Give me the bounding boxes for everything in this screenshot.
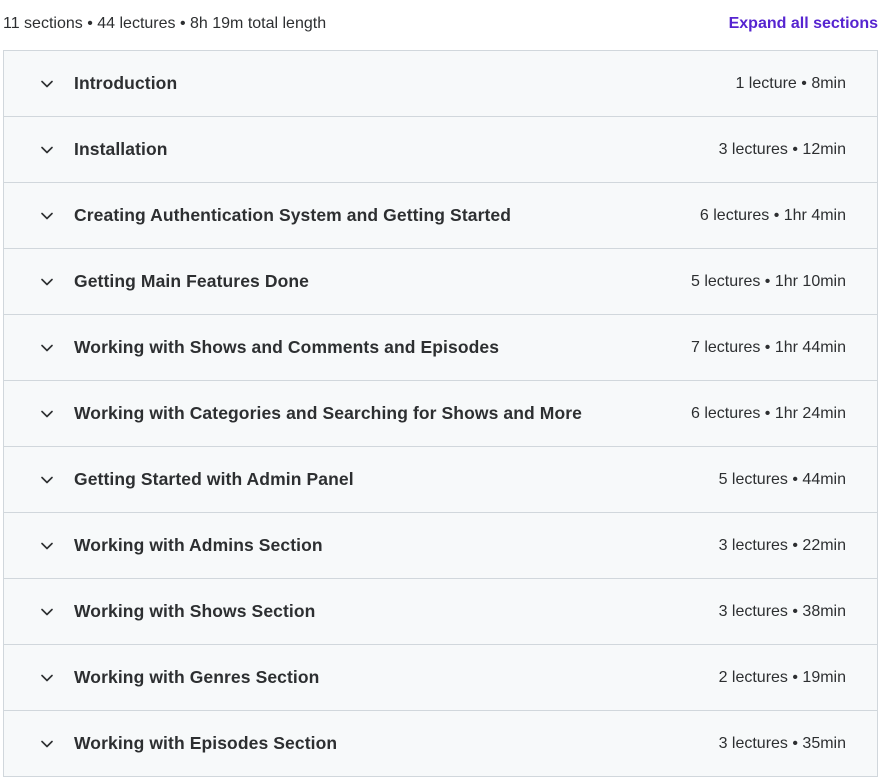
section-title: Getting Main Features Done [74,271,309,291]
chevron-down-icon [39,274,55,290]
chevron-down-icon [39,406,55,422]
section-meta: 3 lectures • 12min [718,140,846,158]
section-meta: 7 lectures • 1hr 44min [690,338,846,356]
section-title: Working with Shows and Comments and Epis… [74,337,500,357]
chevron-down-icon [39,472,55,488]
section-title: Creating Authentication System and Getti… [74,205,512,225]
chevron-down-icon [39,340,55,356]
section-row[interactable]: Working with Shows and Comments and Epis… [4,315,877,381]
section-row[interactable]: Getting Started with Admin Panel 5 lectu… [4,447,877,513]
section-title: Working with Shows Section [74,601,316,621]
section-row[interactable]: Installation 3 lectures • 12min [4,117,877,183]
curriculum-header: 11 sections • 44 lectures • 8h 19m total… [0,0,880,50]
expand-all-sections-button[interactable]: Expand all sections [729,15,878,33]
section-title: Working with Episodes Section [74,733,338,753]
section-meta: 5 lectures • 1hr 10min [690,272,846,290]
section-row[interactable]: Working with Shows Section 3 lectures • … [4,579,877,645]
section-meta: 5 lectures • 44min [718,470,846,488]
course-summary: 11 sections • 44 lectures • 8h 19m total… [3,15,327,32]
section-title: Installation [74,139,168,159]
chevron-down-icon [39,670,55,686]
section-title: Introduction [74,73,178,93]
section-title: Working with Admins Section [74,535,323,555]
section-row[interactable]: Working with Genres Section 2 lectures •… [4,645,877,711]
chevron-down-icon [39,736,55,752]
section-row[interactable]: Introduction 1 lecture • 8min [4,51,877,117]
section-row[interactable]: Creating Authentication System and Getti… [4,183,877,249]
section-meta: 3 lectures • 38min [718,602,846,620]
section-meta: 6 lectures • 1hr 24min [690,404,846,422]
section-row[interactable]: Working with Categories and Searching fo… [4,381,877,447]
section-row[interactable]: Working with Admins Section 3 lectures •… [4,513,877,579]
chevron-down-icon [39,142,55,158]
section-meta: 1 lecture • 8min [735,74,846,92]
section-meta: 3 lectures • 35min [718,734,846,752]
section-title: Working with Genres Section [74,667,320,687]
section-title: Working with Categories and Searching fo… [74,403,582,423]
section-row[interactable]: Working with Episodes Section 3 lectures… [4,711,877,776]
section-meta: 3 lectures • 22min [718,536,846,554]
chevron-down-icon [39,538,55,554]
chevron-down-icon [39,604,55,620]
chevron-down-icon [39,208,55,224]
section-row[interactable]: Getting Main Features Done 5 lectures • … [4,249,877,315]
section-meta: 2 lectures • 19min [718,668,846,686]
section-title: Getting Started with Admin Panel [74,469,354,489]
section-meta: 6 lectures • 1hr 4min [699,206,846,224]
chevron-down-icon [39,76,55,92]
section-list: Introduction 1 lecture • 8min Installati… [3,50,878,777]
